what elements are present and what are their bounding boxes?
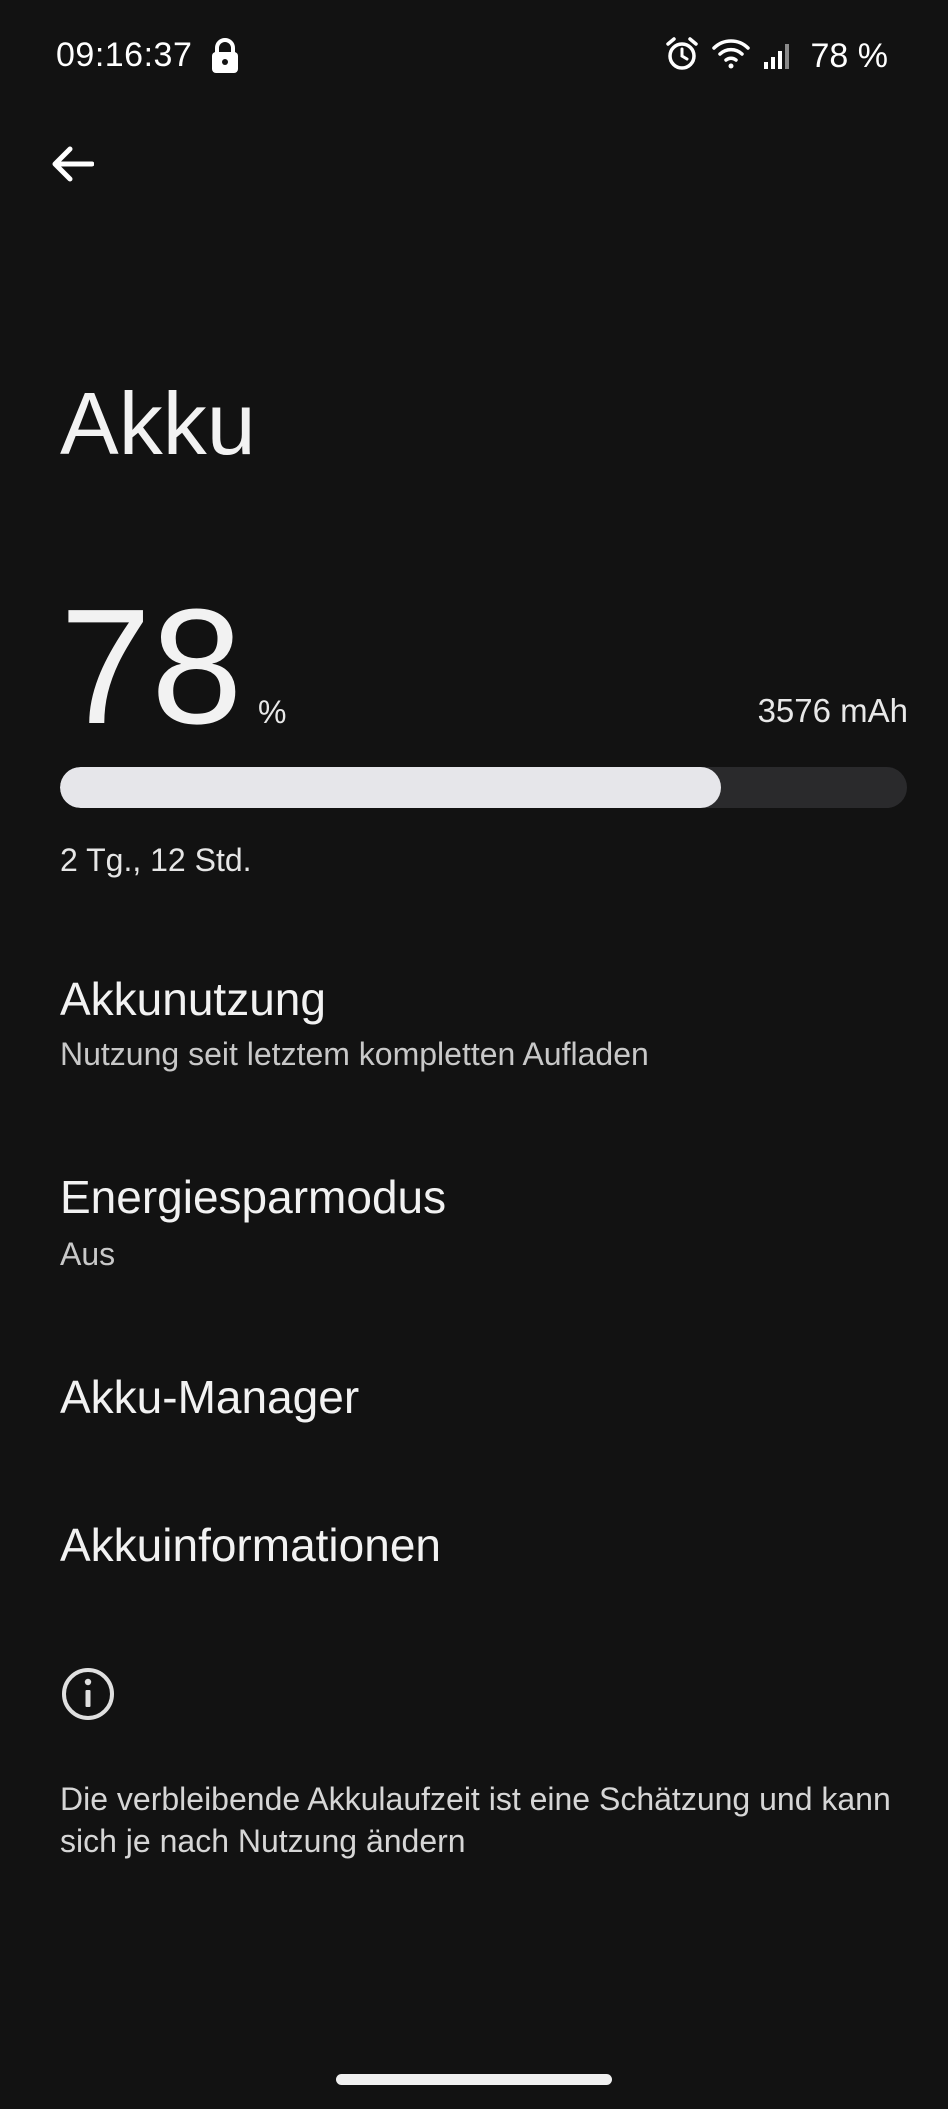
menu-item-title: Akku-Manager bbox=[60, 1371, 360, 1423]
wifi-icon bbox=[711, 38, 751, 75]
menu-item-akkunutzung[interactable]: Akkunutzung Nutzung seit letztem komplet… bbox=[0, 964, 948, 1084]
battery-progress-fill bbox=[60, 767, 721, 808]
back-button[interactable] bbox=[44, 138, 100, 194]
battery-level: 78 bbox=[60, 575, 243, 758]
remaining-time: 2 Tg., 12 Std. bbox=[60, 842, 252, 878]
page-title: Akku bbox=[60, 374, 256, 473]
menu-item-energiesparmodus[interactable]: Energiesparmodus Aus bbox=[0, 1162, 948, 1282]
arrow-left-icon bbox=[50, 144, 95, 189]
status-bar: 09:16:37 78 % bbox=[0, 0, 948, 112]
percent-sign: % bbox=[258, 694, 287, 730]
status-time: 09:16:37 bbox=[56, 36, 193, 74]
menu-item-title: Akkuinformationen bbox=[60, 1519, 441, 1571]
battery-progress-bar bbox=[60, 767, 907, 808]
info-text: Die verbleibende Akkulaufzeit ist eine S… bbox=[60, 1781, 891, 1859]
home-indicator[interactable] bbox=[336, 2074, 612, 2085]
menu-item-subtitle: Aus bbox=[60, 1236, 116, 1272]
status-icons: 78 % bbox=[665, 34, 889, 78]
alarm-icon bbox=[665, 36, 699, 77]
info-icon bbox=[60, 1666, 116, 1722]
menu-item-title: Akkunutzung bbox=[60, 973, 326, 1025]
menu-item-subtitle: Nutzung seit letztem kompletten Aufladen bbox=[60, 1036, 649, 1072]
menu-item-akku-manager[interactable]: Akku-Manager bbox=[0, 1360, 948, 1440]
menu-item-akkuinformationen[interactable]: Akkuinformationen bbox=[0, 1508, 948, 1588]
status-battery-text: 78 % bbox=[810, 36, 889, 75]
battery-capacity: 3576 mAh bbox=[757, 692, 908, 729]
menu-item-title: Energiesparmodus bbox=[60, 1171, 447, 1223]
lock-icon bbox=[210, 38, 240, 74]
signal-icon bbox=[763, 38, 793, 75]
